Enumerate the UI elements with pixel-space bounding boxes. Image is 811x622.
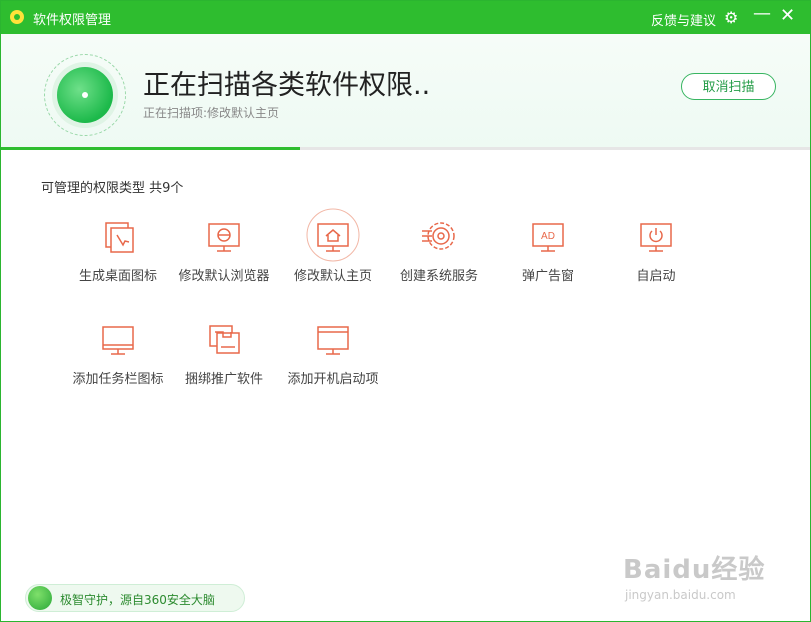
app-window: 软件权限管理 反馈与建议 ⚙ — ✕ 正在扫描各类软件权限.. 正在扫描项:修改… — [0, 0, 811, 622]
desktop-shortcut-icon — [105, 222, 134, 253]
gear-icon[interactable]: ⚙ — [724, 8, 738, 27]
app-logo-icon — [10, 10, 24, 24]
perm-label: 修改默认主页 — [293, 269, 372, 284]
perm-label: 创建系统服务 — [399, 269, 478, 284]
perm-label: 添加开机启动项 — [287, 372, 379, 387]
scan-progress-fill — [1, 147, 301, 150]
homepage-icon — [306, 208, 360, 262]
system-service-icon — [422, 222, 455, 250]
scan-current-item: 正在扫描项:修改默认主页 — [143, 106, 280, 120]
svg-text:AD: AD — [541, 231, 555, 242]
perm-taskbar-icon[interactable]: 添加任务栏图标 — [63, 320, 173, 387]
scan-progress-bar — [1, 147, 810, 150]
perm-bundle-software[interactable]: 捆绑推广软件 — [169, 320, 279, 387]
badge-text: 极智守护，源自360安全大脑 — [60, 593, 215, 607]
perm-label: 修改默认浏览器 — [178, 269, 270, 284]
perm-label: 添加任务栏图标 — [72, 372, 164, 387]
perm-label: 自启动 — [636, 269, 676, 284]
minimize-icon[interactable]: — — [753, 3, 771, 24]
bundle-software-icon — [209, 325, 240, 354]
watermark-logo: Baidu经验 — [623, 555, 766, 585]
perm-system-service[interactable]: 创建系统服务 — [384, 217, 494, 284]
perm-desktop-shortcut[interactable]: 生成桌面图标 — [63, 217, 173, 284]
scan-header: 正在扫描各类软件权限.. 正在扫描项:修改默认主页 取消扫描 — [1, 34, 810, 148]
title-bar: 软件权限管理 反馈与建议 ⚙ — ✕ — [1, 1, 810, 34]
feedback-link[interactable]: 反馈与建议 — [651, 10, 716, 29]
radar-scan-icon — [44, 54, 126, 136]
brain-protection-badge[interactable]: 极智守护，源自360安全大脑 — [25, 584, 245, 612]
window-title: 软件权限管理 — [33, 13, 112, 28]
shield-icon — [28, 586, 52, 610]
browser-icon — [208, 223, 240, 252]
startup-item-icon — [317, 326, 349, 355]
perm-default-homepage[interactable]: 修改默认主页 — [278, 208, 388, 284]
perm-label: 捆绑推广软件 — [184, 372, 263, 387]
cancel-scan-button[interactable]: 取消扫描 — [681, 73, 776, 100]
close-icon[interactable]: ✕ — [780, 5, 795, 26]
scan-headline: 正在扫描各类软件权限.. — [143, 70, 431, 101]
autostart-icon — [640, 223, 672, 252]
section-title: 可管理的权限类型 共9个 — [41, 181, 184, 196]
perm-ad-popup[interactable]: AD 弹广告窗 — [493, 217, 603, 284]
ad-popup-icon: AD — [532, 223, 564, 252]
perm-startup-item[interactable]: 添加开机启动项 — [278, 320, 388, 387]
watermark: Baidu经验 jingyan.baidu.com — [623, 549, 765, 602]
perm-autostart[interactable]: 自启动 — [601, 217, 711, 284]
watermark-url: jingyan.baidu.com — [625, 588, 736, 602]
perm-default-browser[interactable]: 修改默认浏览器 — [169, 217, 279, 284]
perm-label: 生成桌面图标 — [78, 269, 157, 284]
perm-label: 弹广告窗 — [521, 269, 574, 284]
taskbar-icon — [102, 326, 134, 355]
